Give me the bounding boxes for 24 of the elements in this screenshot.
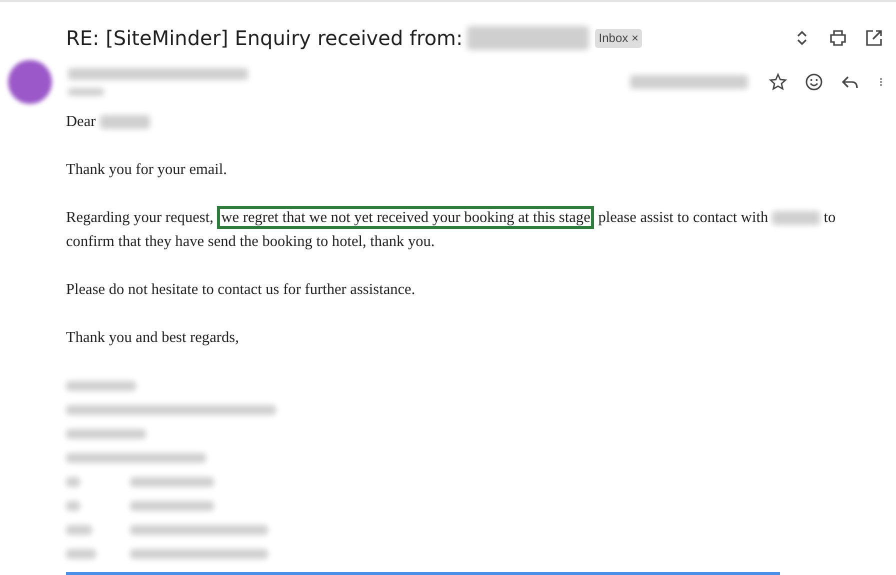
redacted-text bbox=[100, 115, 150, 130]
highlighted-text: we regret that we not yet received your booking at this stage bbox=[217, 206, 594, 229]
body-text: please assist to contact with bbox=[598, 209, 768, 226]
body-text: confirm that they have send the booking to hotel, thank you. bbox=[66, 233, 435, 250]
body-text: Thank you for your email. bbox=[66, 161, 227, 178]
redacted-text bbox=[66, 501, 80, 511]
redacted-text bbox=[66, 525, 92, 535]
print-icon[interactable] bbox=[828, 28, 848, 48]
open-in-new-window-icon[interactable] bbox=[864, 28, 884, 48]
redacted-text bbox=[66, 549, 96, 559]
email-subject: RE: [SiteMinder] Enquiry received from: bbox=[66, 25, 463, 52]
body-text: Please do not hesitate to contact us for further assistance. bbox=[66, 281, 416, 298]
body-text: Thank you and best regards, bbox=[66, 329, 239, 346]
star-icon[interactable] bbox=[768, 72, 788, 92]
redacted-text bbox=[66, 381, 136, 391]
redacted-text bbox=[68, 88, 104, 96]
body-text: Regarding your request, bbox=[66, 209, 214, 226]
body-text: to bbox=[824, 209, 836, 226]
inbox-label[interactable]: Inbox × bbox=[594, 28, 642, 48]
redacted-text bbox=[66, 477, 80, 487]
greeting-text: Dear bbox=[66, 113, 96, 130]
emoji-icon[interactable] bbox=[804, 72, 824, 92]
redacted-text bbox=[772, 211, 820, 226]
avatar bbox=[8, 60, 52, 104]
